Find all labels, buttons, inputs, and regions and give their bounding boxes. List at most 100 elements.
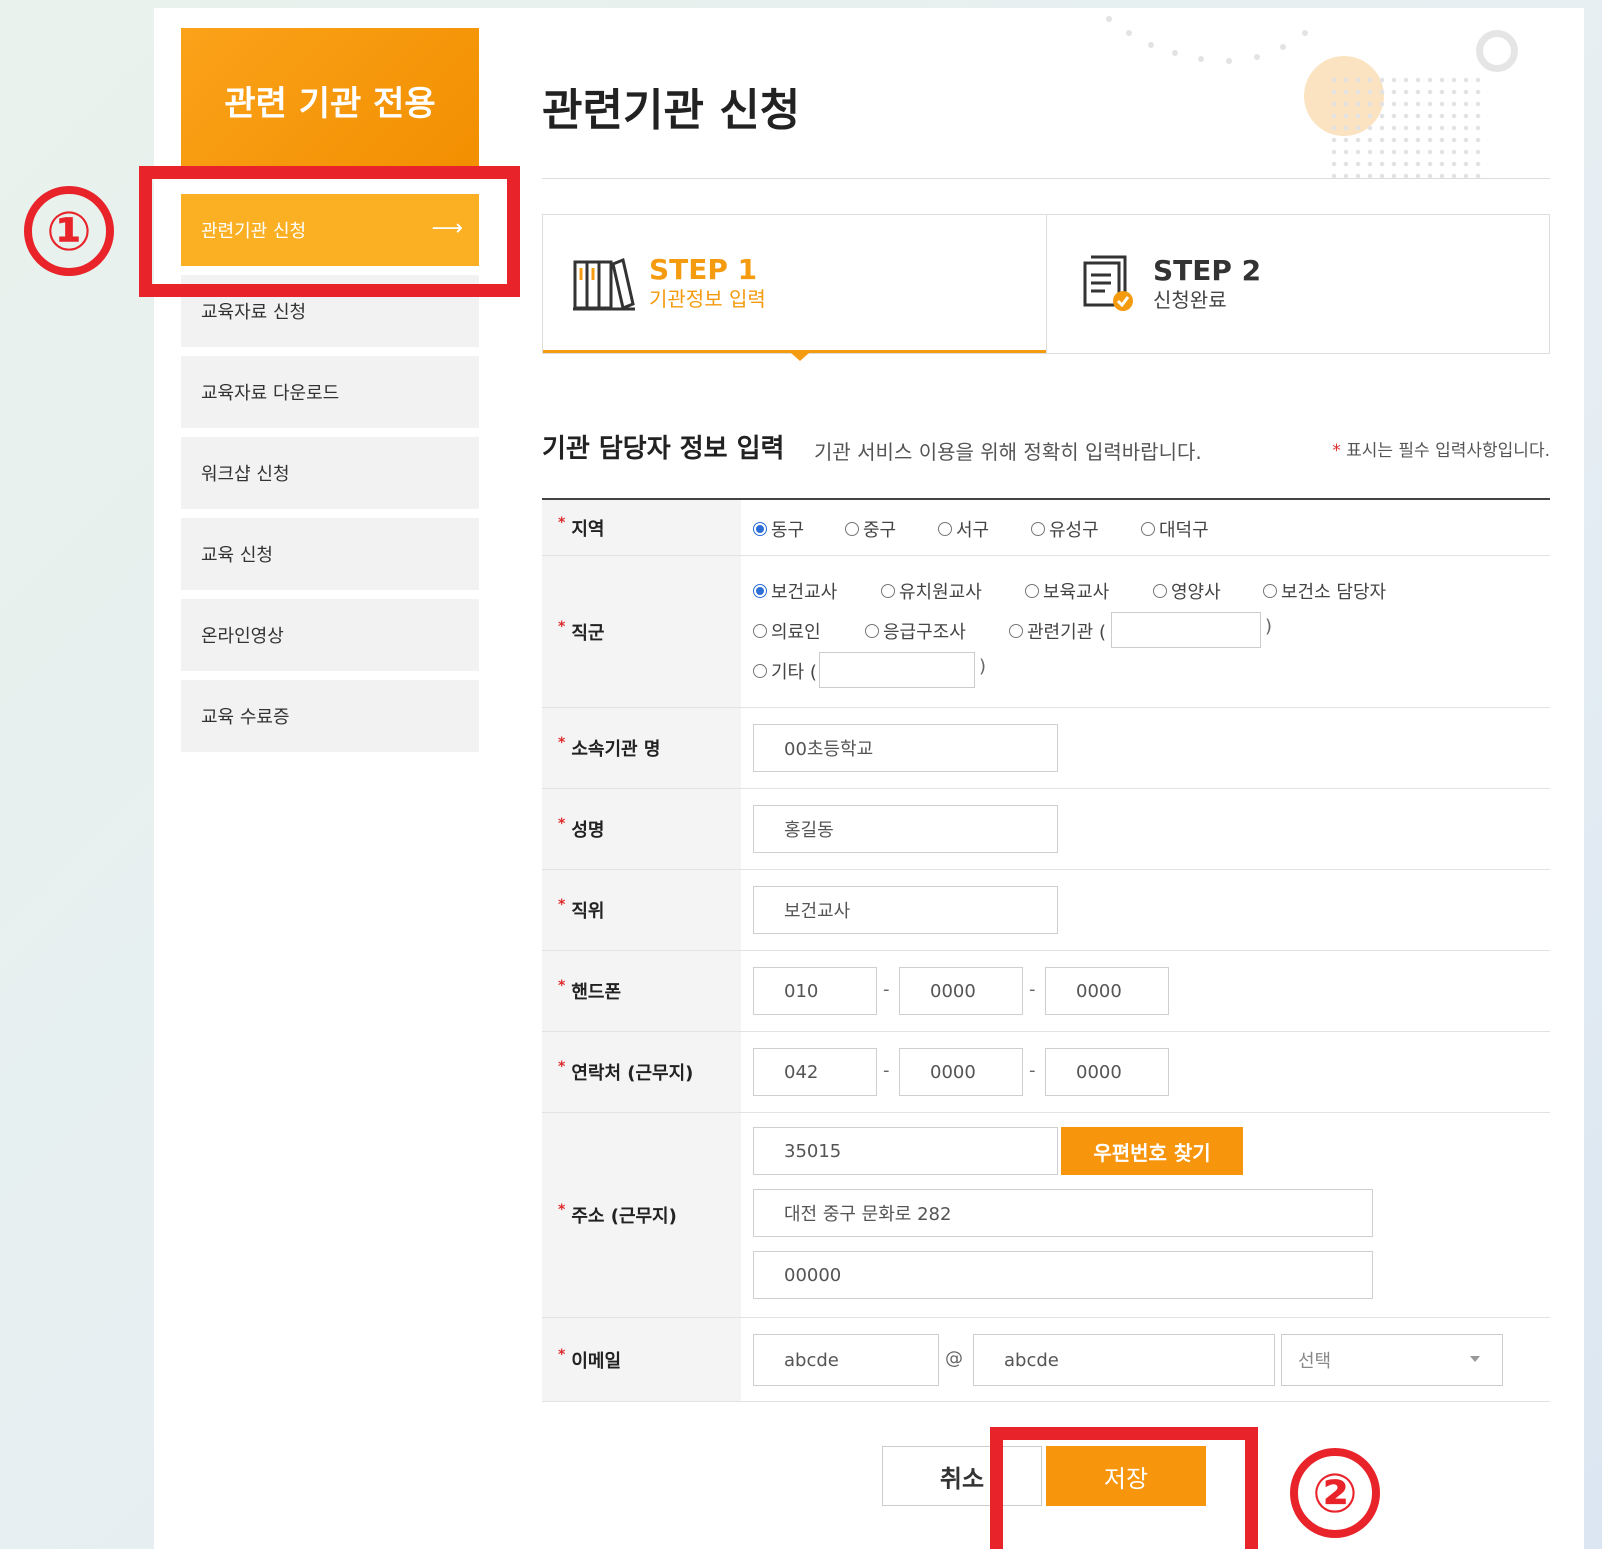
label-address: 주소 (근무지)	[571, 1206, 677, 1227]
highlight-box-1	[139, 166, 520, 297]
page-title: 관련기관 신청	[542, 85, 801, 136]
phone-part-1[interactable]: 042	[753, 1048, 877, 1096]
field-label: * 지역	[542, 500, 741, 555]
step-1: STEP 1 기관정보 입력	[543, 215, 1046, 353]
decor-dot	[1302, 30, 1308, 36]
email-domain-select[interactable]: 선택	[1281, 1334, 1503, 1386]
radio-job-health-teacher[interactable]: 보건교사	[753, 578, 837, 604]
sidebar-item-label: 워크샵 신청	[201, 464, 290, 485]
required-mark: *	[558, 1059, 566, 1075]
radio-icon	[1141, 522, 1155, 536]
step-indicator: STEP 1 기관정보 입력 STEP 2 신청완료	[542, 214, 1550, 361]
label-phone: 연락처 (근무지)	[571, 1063, 694, 1084]
radio-selected-icon	[753, 584, 767, 598]
radio-region-junggu[interactable]: 중구	[845, 516, 896, 542]
dash: -	[1029, 979, 1036, 1000]
required-mark: *	[558, 1202, 566, 1218]
sidebar-item-education[interactable]: 교육 신청	[181, 518, 479, 590]
radio-region-yuseonggu[interactable]: 유성구	[1031, 516, 1099, 542]
form-row-org: * 소속기관 명 00초등학교	[542, 708, 1550, 789]
phone-part-2[interactable]: 0000	[899, 1048, 1023, 1096]
radio-label: 영양사	[1171, 582, 1221, 603]
radio-icon	[881, 584, 895, 598]
dash: -	[1029, 1060, 1036, 1081]
sidebar-item-label: 교육 수료증	[201, 707, 290, 728]
decor-dot	[1172, 50, 1178, 56]
radio-label: 응급구조사	[883, 622, 966, 643]
decor-dot	[1280, 44, 1286, 50]
radio-label: 기타 (	[771, 662, 817, 683]
close-paren: )	[979, 656, 987, 677]
section-title: 기관 담당자 정보 입력	[542, 434, 785, 464]
at-sign: @	[945, 1348, 963, 1369]
name-input[interactable]: 홍길동	[753, 805, 1058, 853]
field-label: * 이메일	[542, 1318, 741, 1401]
position-input[interactable]: 보건교사	[753, 886, 1058, 934]
address-line2-input[interactable]: 00000	[753, 1251, 1373, 1299]
form-row-mobile: * 핸드폰 010 - 0000 - 0000	[542, 951, 1550, 1032]
zip-input[interactable]: 35015	[753, 1127, 1058, 1175]
decor-dots	[1328, 74, 1488, 178]
field-label: * 주소 (근무지)	[542, 1113, 741, 1317]
radio-icon	[1009, 624, 1023, 638]
step-active-caret	[791, 353, 809, 361]
form-row-region: * 지역 동구 중구 서구 유성구 대덕구	[542, 500, 1550, 556]
radio-label: 보육교사	[1043, 582, 1110, 603]
decor-dot	[1198, 56, 1204, 62]
email-local-input[interactable]: abcde	[753, 1334, 939, 1386]
highlight-box-2	[990, 1427, 1258, 1549]
annotation-number-2: ②	[1290, 1448, 1380, 1538]
decor-ring	[1476, 30, 1518, 72]
phone-part-3[interactable]: 0000	[1045, 1048, 1169, 1096]
decor-dot	[1106, 16, 1112, 22]
label-email: 이메일	[571, 1350, 622, 1372]
sidebar-item-workshop[interactable]: 워크샵 신청	[181, 437, 479, 509]
radio-job-other[interactable]: 기타 (	[753, 658, 817, 684]
radio-job-kindergarten[interactable]: 유치원교사	[881, 578, 982, 604]
zip-search-button[interactable]: 우편번호 찾기	[1061, 1127, 1243, 1175]
sidebar-item-label: 교육자료 신청	[201, 302, 307, 323]
required-mark: *	[558, 978, 566, 994]
decor-dot	[1126, 30, 1132, 36]
section-description: 기관 서비스 이용을 위해 정확히 입력바랍니다.	[814, 440, 1202, 464]
radio-job-related-agency[interactable]: 관련기관 (	[1009, 618, 1106, 644]
sidebar-item-online-video[interactable]: 온라인영상	[181, 599, 479, 671]
radio-region-seogu[interactable]: 서구	[938, 516, 989, 542]
related-agency-input[interactable]	[1111, 612, 1261, 648]
email-domain-input[interactable]: abcde	[973, 1334, 1275, 1386]
step-2: STEP 2 신청완료	[1046, 215, 1549, 353]
mobile-part-3[interactable]: 0000	[1045, 967, 1169, 1015]
form-row-job: * 직군 보건교사 유치원교사 보육교사 영양사 보건소 담당자 의료인 응급구조…	[542, 556, 1550, 708]
radio-icon	[1025, 584, 1039, 598]
radio-selected-icon	[753, 522, 767, 536]
decor-dot	[1226, 58, 1232, 64]
field-label: * 핸드폰	[542, 951, 741, 1031]
sidebar-item-label: 교육자료 다운로드	[201, 383, 340, 404]
radio-job-medical[interactable]: 의료인	[753, 618, 821, 644]
sidebar-item-material-download[interactable]: 교육자료 다운로드	[181, 356, 479, 428]
mobile-part-1[interactable]: 010	[753, 967, 877, 1015]
mobile-part-2[interactable]: 0000	[899, 967, 1023, 1015]
radio-icon	[753, 664, 767, 678]
radio-job-health-center[interactable]: 보건소 담당자	[1263, 578, 1386, 604]
decor-dot	[1254, 54, 1260, 60]
address-line1-input[interactable]: 대전 중구 문화로 282	[753, 1189, 1373, 1237]
sidebar-item-certificate[interactable]: 교육 수료증	[181, 680, 479, 752]
radio-region-donggu[interactable]: 동구	[753, 516, 804, 542]
radio-label: 중구	[863, 520, 897, 541]
label-region: 지역	[571, 518, 605, 540]
radio-job-childcare[interactable]: 보육교사	[1025, 578, 1109, 604]
required-mark: *	[558, 897, 566, 913]
org-input[interactable]: 00초등학교	[753, 724, 1058, 772]
label-position: 직위	[571, 901, 605, 922]
radio-label: 관련기관 (	[1027, 622, 1106, 643]
other-input[interactable]	[819, 652, 975, 688]
radio-region-daedeokgu[interactable]: 대덕구	[1141, 516, 1209, 542]
books-icon	[573, 257, 635, 310]
label-name: 성명	[571, 820, 605, 841]
sidebar-item-label: 온라인영상	[201, 626, 284, 647]
label-org: 소속기관 명	[571, 739, 661, 760]
radio-label: 대덕구	[1159, 520, 1209, 541]
radio-job-emt[interactable]: 응급구조사	[865, 618, 966, 644]
radio-job-nutritionist[interactable]: 영양사	[1153, 578, 1221, 604]
